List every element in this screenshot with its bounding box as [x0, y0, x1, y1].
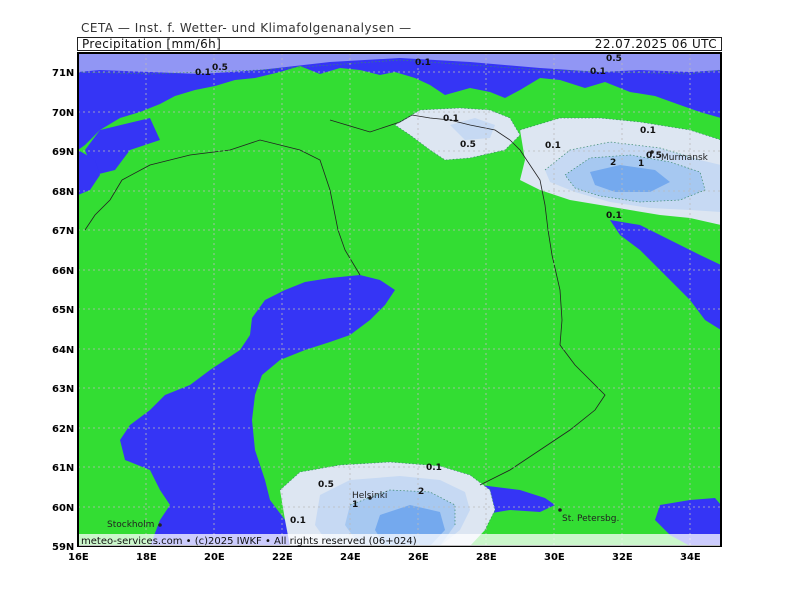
contour-label: 1	[638, 159, 644, 169]
lon-label: 20E	[204, 552, 225, 563]
city-label-st-petersburg: St. Petersbg.	[562, 514, 619, 524]
contour-label: 1	[352, 500, 358, 510]
contour-label: 0.1	[426, 463, 442, 473]
contour-label: 0.5	[460, 140, 476, 150]
precip-area-south	[280, 462, 495, 546]
lon-label: 16E	[68, 552, 89, 563]
lat-label: 63N	[52, 384, 74, 395]
lat-label: 66N	[52, 266, 74, 277]
contour-label: 0.5	[212, 63, 228, 73]
lon-label: 18E	[136, 552, 157, 563]
lat-label: 67N	[52, 226, 74, 237]
city-label-murmansk: Murmansk	[661, 153, 709, 163]
lon-label: 28E	[476, 552, 497, 563]
contour-label: 0.5	[646, 151, 662, 161]
contour-label: 0.1	[606, 211, 622, 221]
contour-label: 0.1	[290, 516, 306, 526]
lon-label: 26E	[408, 552, 429, 563]
lat-label: 61N	[52, 463, 74, 474]
contour-label: 0.5	[318, 480, 334, 490]
precipitation-map: Murmansk Helsinki Stockholm St. Petersbg…	[52, 52, 722, 563]
city-marker-st-petersburg	[558, 508, 562, 512]
contour-label: 0.5	[606, 54, 622, 64]
city-marker-stockholm	[158, 523, 162, 527]
latitude-axis: 71N 70N 69N 68N 67N 66N 65N 64N 63N 62N …	[52, 68, 74, 553]
lat-label: 62N	[52, 424, 74, 435]
longitude-axis: 16E 18E 20E 22E 24E 26E 28E 30E 32E 34E	[68, 552, 701, 563]
contour-label: 0.1	[545, 141, 561, 151]
lat-label: 65N	[52, 305, 74, 316]
lon-label: 34E	[680, 552, 701, 563]
lon-label: 24E	[340, 552, 361, 563]
lon-label: 32E	[612, 552, 633, 563]
contour-label: 2	[610, 158, 616, 168]
lat-label: 64N	[52, 345, 74, 356]
lon-label: 30E	[544, 552, 565, 563]
contour-label: 0.1	[590, 67, 606, 77]
lat-label: 60N	[52, 503, 74, 514]
contour-label: 0.1	[640, 126, 656, 136]
contour-label: 0.1	[195, 68, 211, 78]
contour-label: 0.1	[443, 114, 459, 124]
lat-label: 69N	[52, 147, 74, 158]
copyright-footer: meteo-services.com • (c)2025 IWKF • All …	[81, 536, 417, 547]
contour-label: 0.1	[415, 58, 431, 68]
contour-label: 2	[418, 487, 424, 497]
lat-label: 68N	[52, 187, 74, 198]
city-label-stockholm: Stockholm	[107, 520, 154, 530]
lon-label: 22E	[272, 552, 293, 563]
lat-label: 71N	[52, 68, 74, 79]
lat-label: 70N	[52, 108, 74, 119]
